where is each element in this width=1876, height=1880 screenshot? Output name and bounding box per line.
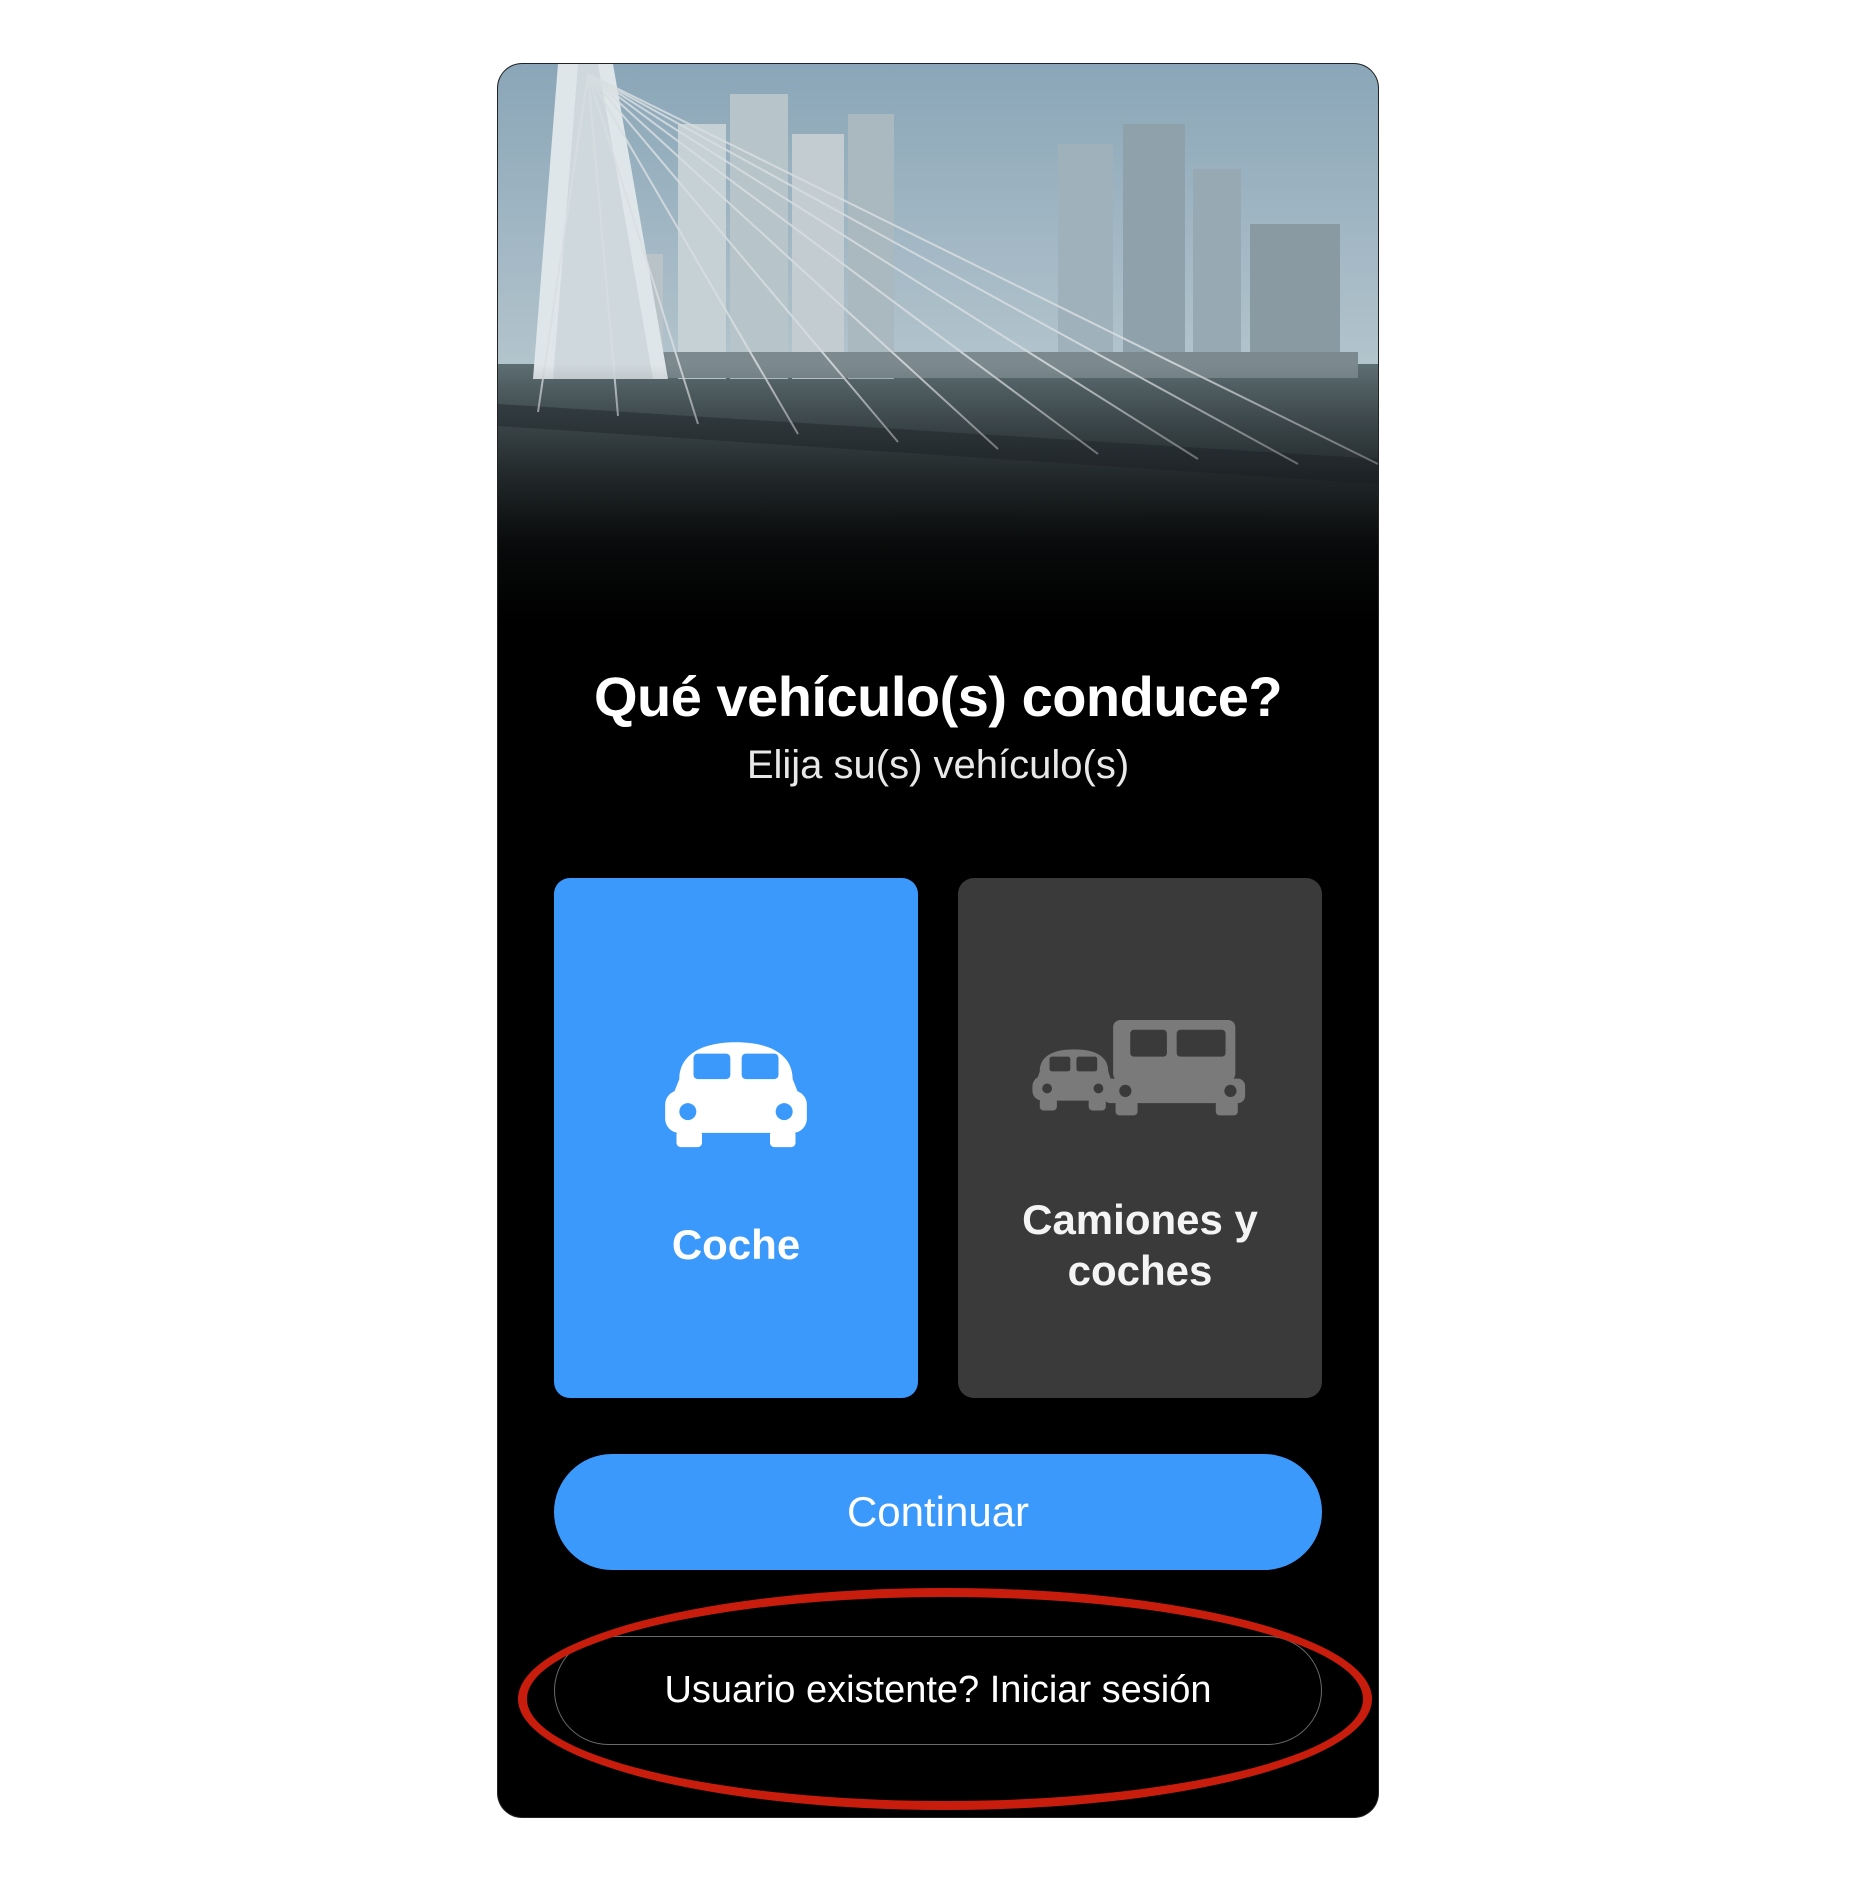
page-subtitle: Elija su(s) vehículo(s) [554, 743, 1322, 788]
vehicle-option-trucks-cars[interactable]: Camiones y coches [958, 878, 1322, 1398]
signin-button[interactable]: Usuario existente? Iniciar sesión [554, 1636, 1322, 1745]
onboarding-screen: Qué vehículo(s) conduce? Elija su(s) veh… [498, 64, 1378, 1817]
vehicle-option-label: Camiones y coches [958, 1195, 1322, 1296]
car-icon [626, 1004, 846, 1174]
vehicle-option-car[interactable]: Coche [554, 878, 918, 1398]
vehicle-options: Coche [554, 878, 1322, 1398]
continue-button[interactable]: Continuar [554, 1454, 1322, 1570]
hero-image [498, 64, 1378, 624]
page-title: Qué vehículo(s) conduce? [554, 664, 1322, 729]
vehicle-option-label: Coche [654, 1220, 818, 1270]
car-truck-icon [1030, 979, 1250, 1149]
